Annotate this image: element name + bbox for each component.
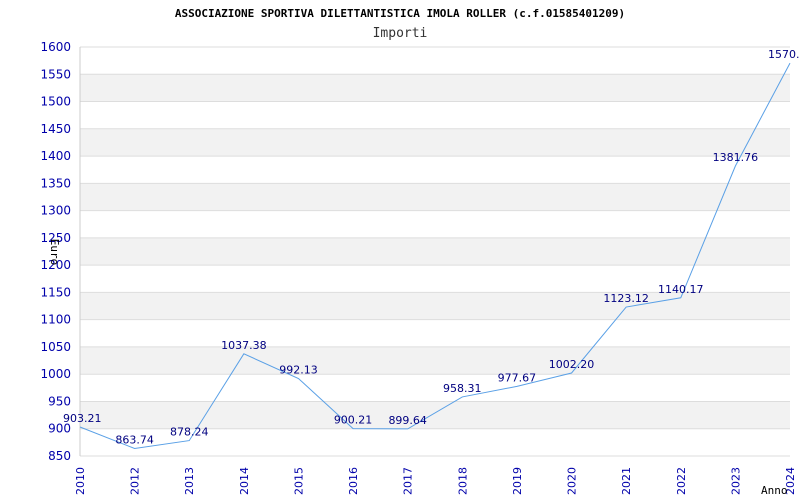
x-tick-label: 2019: [511, 467, 524, 495]
grid-bands: [80, 74, 790, 429]
y-tick-label: 1100: [40, 313, 71, 327]
grid-band: [80, 128, 790, 157]
data-label: 900.21: [334, 414, 373, 427]
grid-band: [80, 74, 790, 102]
data-label: 1123.12: [603, 292, 649, 305]
x-tick-label: 2012: [129, 467, 142, 495]
x-tick-label: 2018: [456, 467, 469, 495]
data-label: 878.24: [170, 426, 209, 439]
x-axis-label: Anno: [761, 484, 788, 497]
y-tick-label: 1450: [40, 122, 71, 136]
x-tick-label: 2016: [347, 467, 360, 495]
y-tick-label: 1150: [40, 285, 71, 299]
grid-band: [80, 183, 790, 211]
y-tick-label: 1600: [40, 40, 71, 54]
grid-band: [80, 237, 790, 266]
x-ticks: 2010 2012 2013 2014 2015 2016 2017 2018 2019 2020…: [74, 467, 797, 495]
x-tick-label: 2022: [675, 467, 688, 495]
line-chart: 8509009501000105011001150120012501300135…: [40, 7, 800, 497]
data-label: 1140.17: [658, 283, 704, 296]
y-tick-label: 1550: [40, 67, 71, 81]
x-tick-label: 2010: [74, 467, 87, 495]
grid-band: [80, 292, 790, 320]
data-label: 863.74: [115, 434, 154, 447]
y-tick-label: 950: [48, 394, 71, 408]
y-tick-label: 850: [48, 449, 71, 463]
x-tick-label: 2014: [238, 467, 251, 495]
data-label: 1381.76: [713, 151, 759, 164]
x-tick-label: 2017: [402, 467, 415, 495]
x-tick-label: 2013: [183, 467, 196, 495]
y-tick-label: 1350: [40, 176, 71, 190]
x-tick-label: 2023: [729, 467, 742, 495]
chart-title: ASSOCIAZIONE SPORTIVA DILETTANTISTICA IM…: [175, 7, 625, 20]
y-tick-label: 1300: [40, 204, 71, 218]
y-tick-label: 1400: [40, 149, 71, 163]
y-tick-label: 1000: [40, 367, 71, 381]
data-label: 1002.20: [549, 358, 595, 371]
grid-band: [80, 346, 790, 375]
chart-subtitle: Importi: [373, 26, 428, 41]
data-label: 903.21: [63, 412, 102, 425]
x-tick-label: 2021: [620, 467, 633, 495]
data-label: 1570.5: [768, 48, 800, 61]
data-label: 899.64: [388, 414, 427, 427]
y-tick-label: 1500: [40, 95, 71, 109]
y-axis-label: Euro: [48, 239, 61, 266]
x-tick-label: 2020: [566, 467, 579, 495]
y-tick-label: 1050: [40, 340, 71, 354]
data-label: 958.31: [443, 382, 482, 395]
data-label: 992.13: [279, 363, 318, 376]
data-label: 977.67: [498, 371, 537, 384]
x-tick-label: 2015: [292, 467, 305, 495]
data-label: 1037.38: [221, 339, 267, 352]
